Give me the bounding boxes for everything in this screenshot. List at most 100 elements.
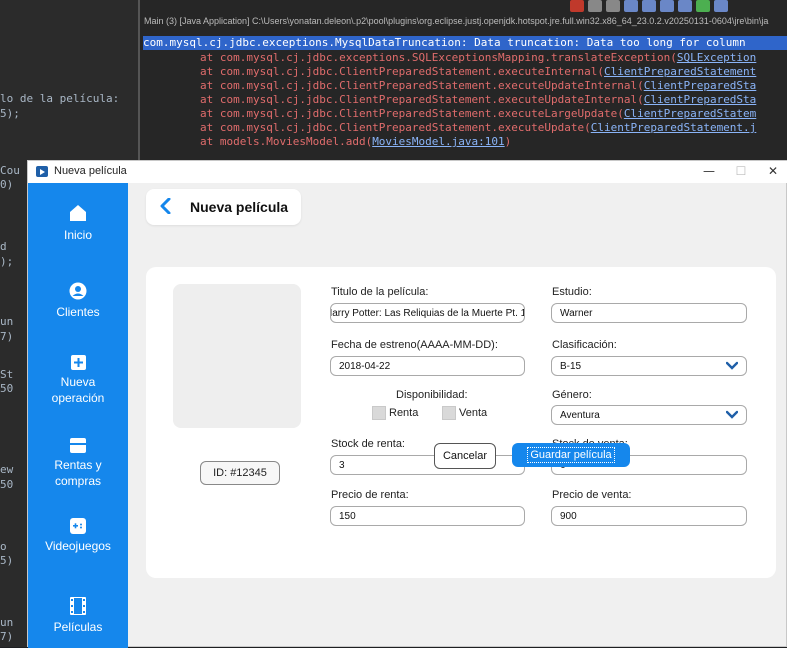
stack-link[interactable]: ClientPreparedStatement: [604, 65, 756, 78]
code-snippet: d: [0, 240, 7, 253]
chevron-down-icon: [726, 361, 738, 370]
sidebar-item-videojuegos[interactable]: Videojuegos: [28, 518, 128, 554]
sidebar-item-label: Inicio: [63, 228, 92, 242]
film-icon: [70, 597, 86, 615]
id-badge: ID: #12345: [200, 461, 280, 485]
sidebar-item-label: Clientes: [56, 305, 100, 319]
code-snippet: un: [0, 315, 14, 328]
stack-frame: at com.mysql.cj.jdbc.ClientPreparedState…: [200, 121, 757, 134]
renta-label: Renta: [389, 407, 419, 419]
code-snippet: o: [0, 540, 7, 553]
stack-frame: at com.mysql.cj.jdbc.ClientPreparedState…: [200, 93, 757, 106]
console-option-icon[interactable]: [696, 0, 710, 12]
stock-renta-label: Stock de renta:: [331, 438, 405, 450]
sidebar-item-rentas-compras[interactable]: Rentas y compras: [28, 438, 128, 489]
save-movie-label: Guardar película: [527, 447, 615, 463]
sidebar-item-clientes[interactable]: Clientes: [28, 282, 128, 320]
fecha-input[interactable]: 2018-04-22: [330, 356, 525, 376]
console-title: Main (3) [Java Application] C:\Users\yon…: [144, 16, 769, 26]
movie-image-placeholder[interactable]: [173, 284, 301, 428]
code-snippet: 50: [0, 382, 14, 395]
venta-label: Venta: [459, 407, 488, 419]
app-window: Nueva película — ☐ ✕ Inicio Clientes Nue…: [27, 160, 787, 648]
titulo-input[interactable]: Harry Potter: Las Reliquias de la Muerte…: [330, 303, 525, 323]
maximize-button[interactable]: ☐: [726, 164, 756, 178]
code-snippet: 0): [0, 178, 14, 191]
genero-select[interactable]: Aventura: [551, 405, 747, 425]
console-option-icon[interactable]: [714, 0, 728, 12]
add-square-icon: [70, 355, 86, 370]
sidebar-item-inicio[interactable]: Inicio: [28, 203, 128, 243]
stack-link[interactable]: ClientPreparedStatem: [624, 107, 756, 120]
back-arrow-icon[interactable]: [160, 198, 172, 214]
stack-frame: at com.mysql.cj.jdbc.ClientPreparedState…: [200, 107, 757, 120]
page-header: Nueva película: [146, 189, 301, 225]
home-icon: [70, 205, 86, 221]
console-toolbar[interactable]: [570, 0, 728, 14]
console-option-icon[interactable]: [642, 0, 656, 12]
sidebar-item-label: operación: [51, 391, 105, 405]
stack-frame: at com.mysql.cj.jdbc.ClientPreparedState…: [200, 79, 757, 92]
sidebar-item-label: Películas: [53, 620, 103, 634]
estudio-input[interactable]: Warner: [551, 303, 747, 323]
sidebar-item-label: compras: [54, 474, 101, 488]
stack-frame: at com.mysql.cj.jdbc.ClientPreparedState…: [200, 65, 757, 78]
precio-venta-input[interactable]: 900: [551, 506, 747, 526]
code-snippet: lo de la película:: [0, 92, 120, 105]
code-snippet: Cou: [0, 164, 20, 177]
page-title: Nueva película: [190, 199, 289, 215]
console-option-icon[interactable]: [660, 0, 674, 12]
gamepad-icon: [70, 518, 86, 534]
sidebar-item-label: Nueva: [60, 375, 96, 389]
venta-checkbox[interactable]: [442, 406, 456, 420]
genero-value: Aventura: [560, 410, 600, 421]
code-snippet: 50: [0, 478, 14, 491]
terminate-icon[interactable]: [570, 0, 584, 12]
minimize-button[interactable]: —: [694, 164, 724, 178]
precio-venta-label: Precio de venta:: [552, 489, 632, 501]
disponibilidad-label: Disponibilidad:: [396, 389, 468, 401]
sidebar-item-label: Rentas y: [54, 458, 102, 472]
stack-frame: at com.mysql.cj.jdbc.exceptions.SQLExcep…: [200, 51, 757, 64]
code-snippet: );: [0, 255, 14, 268]
sidebar-item-peliculas[interactable]: Películas: [28, 597, 128, 635]
cancel-button[interactable]: Cancelar: [434, 443, 496, 469]
estudio-label: Estudio:: [552, 286, 592, 298]
exception-line: com.mysql.cj.jdbc.exceptions.MysqlDataTr…: [143, 36, 787, 50]
user-icon: [69, 282, 87, 300]
remove-all-icon[interactable]: [606, 0, 620, 12]
code-snippet: 5);: [0, 107, 20, 120]
fecha-label: Fecha de estreno(AAAA-MM-DD):: [331, 339, 498, 351]
console-option-icon[interactable]: [678, 0, 692, 12]
sidebar-item-nueva-operacion[interactable]: Nueva operación: [28, 355, 128, 406]
console-option-icon[interactable]: [624, 0, 638, 12]
window-title: Nueva película: [54, 165, 127, 177]
save-movie-button[interactable]: Guardar película: [512, 443, 630, 467]
stack-link[interactable]: MoviesModel.java:101: [372, 135, 504, 148]
chevron-down-icon: [726, 410, 738, 419]
precio-renta-input[interactable]: 150: [330, 506, 525, 526]
titulo-label: Titulo de la película:: [331, 286, 429, 298]
code-snippet: 5): [0, 554, 14, 567]
code-snippet: 7): [0, 630, 14, 643]
genero-label: Género:: [552, 389, 592, 401]
console-pane[interactable]: Main (3) [Java Application] C:\Users\yon…: [138, 0, 787, 160]
clasificacion-select[interactable]: B-15: [551, 356, 747, 376]
sidebar: Inicio Clientes Nueva operación Rentas y…: [28, 183, 128, 648]
stack-link[interactable]: ClientPreparedSta: [644, 79, 757, 92]
sidebar-item-label: Videojuegos: [45, 539, 111, 553]
stack-link[interactable]: SQLException: [677, 51, 756, 64]
code-snippet: un: [0, 616, 14, 629]
app-icon: [36, 166, 48, 177]
stack-link[interactable]: ClientPreparedSta: [644, 93, 757, 106]
stack-frame: at models.MoviesModel.add(MoviesModel.ja…: [200, 135, 512, 148]
stack-link[interactable]: ClientPreparedStatement.j: [591, 121, 757, 134]
clasificacion-label: Clasificación:: [552, 339, 617, 351]
remove-launch-icon[interactable]: [588, 0, 602, 12]
code-snippet: 7): [0, 330, 14, 343]
renta-checkbox[interactable]: [372, 406, 386, 420]
close-button[interactable]: ✕: [758, 164, 787, 178]
card-icon: [70, 438, 86, 453]
window-titlebar[interactable]: Nueva película — ☐ ✕: [28, 161, 787, 183]
clasificacion-value: B-15: [560, 361, 582, 372]
